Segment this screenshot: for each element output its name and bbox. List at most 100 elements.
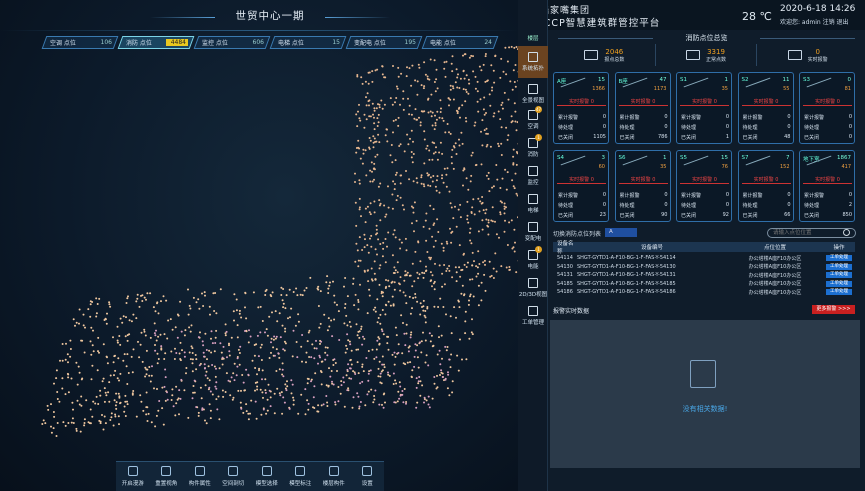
zone-total: 76 [721, 164, 728, 170]
zone-count: 47 [659, 77, 667, 83]
row-value: 0 [725, 202, 729, 208]
nav-floor-label[interactable]: 楼层 [518, 34, 548, 44]
zone-card[interactable]: S6 1 35 实时报警 0 累计报警 0 待处理 0 已关闭 90 [614, 150, 671, 222]
zone-card[interactable]: A座 15 1366 实时报警 0 累计报警 0 待处理 0 已关闭 1105 [553, 72, 609, 144]
zone-count: 15 [598, 77, 605, 83]
row-acc: 累计报警 0 [681, 192, 729, 199]
row-value: 0 [664, 124, 668, 130]
workorder-button[interactable]: 工单处理 [826, 272, 852, 278]
tool-label: 开启漫游 [121, 481, 144, 487]
tool-label: 构件属性 [188, 481, 211, 487]
tool-annotate[interactable]: 模型标注 [284, 466, 316, 487]
zone-card[interactable]: S4 3 60 实时报警 0 累计报警 0 待处理 0 已关闭 23 [553, 150, 609, 222]
row-label: 已关闭 [681, 213, 697, 219]
cell-action: 工单处理 [823, 289, 855, 295]
table-row[interactable]: 54114 SHGT-GYTD1-A-F10-BG-1-F-FAS-Y-54114… [553, 254, 855, 262]
workorder-button[interactable]: 工单处理 [826, 263, 852, 270]
fire-extinguisher-icon: 1 [528, 134, 542, 148]
tool-label: 模型标注 [289, 481, 312, 487]
summary-value: 0 [815, 47, 820, 56]
topology-icon [528, 52, 538, 62]
row-value: 0 [848, 192, 852, 198]
zone-alarm: 实时报警 0 [680, 98, 729, 106]
nav-label: 系统拓扑 [521, 66, 544, 72]
zone-select[interactable]: A [605, 228, 637, 237]
row-label: 累计报警 [804, 193, 825, 199]
nav-label: 电梯 [527, 208, 539, 214]
row-label: 累计报警 [619, 193, 640, 199]
cell-name: 54186 [557, 289, 573, 295]
zone-card[interactable]: S1 1 35 实时报警 0 累计报警 0 待处理 0 已关闭 1 [676, 72, 732, 144]
more-alarms-button[interactable]: 更多报警 >>> [812, 305, 855, 314]
nav-topology[interactable]: 系统拓扑 [518, 46, 548, 78]
row-value: 0 [787, 114, 791, 120]
zone-total: 1366 [592, 86, 605, 92]
tool-roam[interactable]: 开启漫游 [117, 466, 149, 487]
workorder-button[interactable]: 工单处理 [826, 280, 852, 287]
badge: 1 [535, 134, 542, 141]
workorder-button[interactable]: 工单处理 [826, 255, 852, 261]
tool-floor[interactable]: 楼层构件 [318, 466, 350, 487]
tool-label: 空间剖切 [222, 481, 245, 487]
user-bar[interactable]: 欢迎您: admin 注销 退出 [780, 17, 849, 26]
row-value: 90 [661, 212, 668, 218]
walk-icon [127, 466, 138, 476]
zone-card[interactable]: S3 0 81 实时报警 0 累计报警 0 待处理 0 已关闭 0 [799, 72, 855, 144]
row-label: 已关闭 [804, 135, 820, 141]
zone-card[interactable]: S2 11 55 实时报警 0 累计报警 0 待处理 0 已关闭 48 [737, 72, 794, 144]
nav-workorder[interactable]: 工单管理 [518, 300, 548, 332]
tool-section[interactable]: 空间剖切 [217, 466, 249, 487]
row-pend: 待处理 0 [743, 124, 791, 131]
row-value: 0 [787, 202, 791, 208]
tool-properties[interactable]: 构件属性 [184, 466, 216, 487]
summary-label: 报点总数 [604, 56, 625, 63]
brand-platform: ICCP智慧建筑群管控平台 [540, 18, 661, 29]
row-label: 累计报警 [681, 193, 702, 199]
row-label: 待处理 [619, 203, 635, 209]
cell-name: 54185 [557, 280, 573, 287]
row-acc: 累计报警 0 [743, 192, 791, 199]
zone-card[interactable]: S5 15 76 实时报警 0 累计报警 0 待处理 0 已关闭 92 [676, 150, 732, 222]
table-row[interactable]: 54131 SHGT-GYTD1-A-F10-BG-1-F-FAS-Y-54131… [553, 271, 855, 279]
empty-state: 没有相关数据! [550, 320, 860, 468]
table-row[interactable]: 54185 SHGT-GYTD1-A-F10-BG-1-F-FAS-Y-54185… [553, 280, 855, 288]
tool-reset-view[interactable]: 重置视角 [150, 466, 182, 487]
table-row[interactable]: 54130 SHGT-GYTD1-A-F10-BG-1-F-FAS-Y-54130… [553, 263, 855, 271]
row-label: 待处理 [558, 203, 574, 209]
nav-label: 电能 [527, 264, 539, 270]
workorder-button[interactable]: 工单处理 [826, 289, 852, 295]
table-row[interactable]: 54186 SHGT-GYTD1-A-F10-BG-1-F-FAS-Y-54186… [553, 288, 855, 296]
row-value: 0 [602, 202, 606, 208]
tool-settings[interactable]: 设置 [351, 466, 383, 487]
summary-bar: 2046 报点总数 3319 正常点数 0 实时报警 [554, 44, 858, 66]
summary-normal: 3319 正常点数 [656, 44, 758, 66]
tool-label: 模型选择 [255, 481, 278, 487]
row-acc: 累计报警 0 [558, 192, 606, 199]
row-value: 0 [725, 124, 729, 130]
zone-total: 1173 [653, 86, 667, 92]
cell-location: 办公塔楼A座F10办公区 [748, 264, 802, 270]
tool-select[interactable]: 模型选择 [251, 466, 283, 487]
cell-code: SHGT-GYTD1-A-F10-BG-1-F-FAS-Y-54185 [577, 280, 676, 287]
row-label: 已关闭 [558, 135, 574, 141]
row-pend: 待处理 0 [620, 202, 668, 209]
divider-line [806, 77, 832, 88]
row-value: 850 [842, 212, 852, 218]
summary-label: 正常点数 [706, 56, 727, 63]
alarm-header: 报警实时数据 [553, 308, 590, 315]
row-label: 待处理 [804, 125, 820, 131]
cell-action: 工单处理 [823, 272, 855, 278]
divider-line [745, 77, 770, 88]
row-closed: 已关闭 23 [558, 212, 606, 219]
row-label: 待处理 [619, 125, 635, 131]
row-label: 待处理 [681, 203, 697, 209]
zone-name: S6 [618, 155, 626, 161]
search-icon[interactable] [843, 229, 850, 236]
document-icon [528, 306, 538, 316]
zone-card[interactable]: B座 47 1173 实时报警 0 累计报警 0 待处理 0 已关闭 786 [614, 72, 671, 144]
zone-card[interactable]: S7 7 152 实时报警 0 累计报警 0 待处理 0 已关闭 66 [737, 150, 794, 222]
zone-card[interactable]: 地下室 1867 417 实时报警 0 累计报警 0 待处理 2 已关闭 850 [799, 150, 855, 222]
row-pend: 待处理 0 [558, 124, 606, 131]
zone-name: S2 [741, 77, 749, 83]
3d-viewport[interactable]: 世贸中心一期 空调 点位 106 消防 点位 4484 监控 点位 606 电梯 点位… [0, 0, 518, 491]
